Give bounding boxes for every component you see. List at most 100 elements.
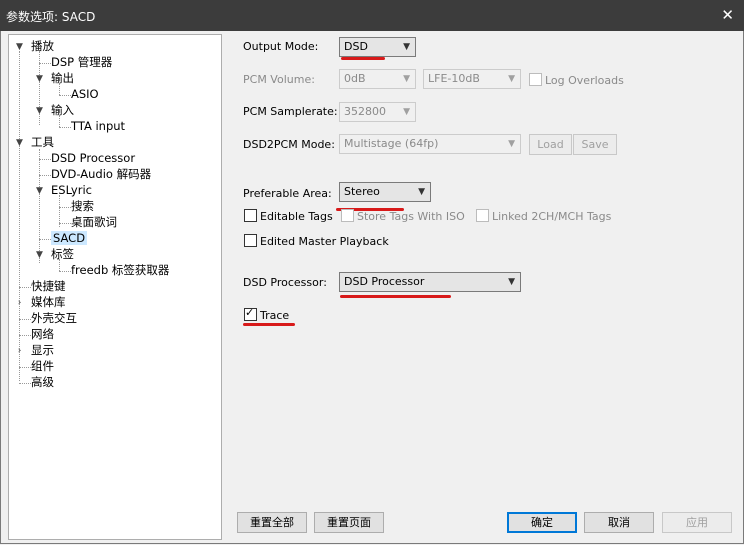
chevron-down-icon[interactable]: ▼ [35, 251, 44, 260]
tree-item-freedb[interactable]: freedb 标签获取器 [71, 262, 169, 278]
linked-tags-checkbox[interactable]: Linked 2CH/MCH Tags [476, 209, 611, 223]
tree-item-advanced[interactable]: 高级 [31, 374, 54, 390]
tree-guide-line [59, 223, 71, 224]
edited-master-label: Edited Master Playback [260, 235, 389, 248]
title-bar: 参数选项: SACD ✕ [0, 0, 744, 31]
tree-item-sacd[interactable]: SACD [51, 230, 88, 246]
tree-item-dsd-processor[interactable]: DSD Processor [51, 150, 135, 166]
tree-item-asio[interactable]: ASIO [71, 86, 99, 102]
tree-guide-line [39, 149, 40, 263]
pcm-samplerate-select[interactable]: 352800 ▼ [339, 102, 416, 122]
tree-guide-line [19, 319, 31, 320]
edited-master-checkbox[interactable]: Edited Master Playback [244, 234, 389, 248]
output-mode-value: DSD [344, 40, 368, 53]
tree-item-label: DVD-Audio 解码器 [51, 167, 152, 181]
chevron-right-icon[interactable]: › [15, 299, 24, 308]
chevron-down-icon[interactable]: ▼ [15, 139, 24, 148]
tree-item-playback[interactable]: 播放 [31, 38, 54, 54]
checkbox-box [341, 209, 354, 222]
tree-item-input[interactable]: 输入 [51, 102, 74, 118]
tree-item-label: 桌面歌词 [71, 215, 117, 229]
preferable-area-label: Preferable Area: [243, 187, 332, 200]
tree-item-tags[interactable]: 标签 [51, 246, 74, 262]
tree-item-label: SACD [51, 231, 88, 245]
dsd2pcm-mode-value: Multistage (64fp) [344, 137, 439, 150]
close-icon[interactable]: ✕ [721, 6, 734, 24]
log-overloads-checkbox[interactable]: Log Overloads [529, 73, 624, 87]
dsd-processor-select[interactable]: DSD Processor ▼ [339, 272, 521, 292]
tree-item-label: 高级 [31, 375, 54, 389]
chevron-down-icon[interactable]: ▼ [35, 107, 44, 116]
linked-tags-label: Linked 2CH/MCH Tags [492, 210, 612, 223]
tree-item-desktop-lyrics[interactable]: 桌面歌词 [71, 214, 117, 230]
tree-item-dvd-audio[interactable]: DVD-Audio 解码器 [51, 166, 151, 182]
chevron-down-icon: ▼ [403, 42, 410, 52]
tree-item-label: 显示 [31, 343, 54, 357]
dsd-processor-label: DSD Processor: [243, 276, 327, 289]
tree-item-label: ASIO [71, 87, 99, 101]
output-mode-label: Output Mode: [243, 40, 319, 53]
tree-guide-line [59, 271, 71, 272]
save-button[interactable]: Save [573, 134, 617, 155]
lfe-select[interactable]: LFE-10dB ▼ [423, 69, 521, 89]
store-tags-iso-checkbox[interactable]: Store Tags With ISO [341, 209, 465, 223]
pcm-volume-select[interactable]: 0dB ▼ [339, 69, 416, 89]
tree-guide-line [39, 159, 51, 160]
tree-item-tools[interactable]: 工具 [31, 134, 54, 150]
tree-item-eslyric[interactable]: ESLyric [51, 182, 92, 198]
tree-item-label: 工具 [31, 135, 54, 149]
output-mode-select[interactable]: DSD ▼ [339, 37, 416, 57]
preferable-area-select[interactable]: Stereo ▼ [339, 182, 431, 202]
tree-item-network[interactable]: 网络 [31, 326, 54, 342]
tree-item-tta-input[interactable]: TTA input [71, 118, 125, 134]
tree-item-label: TTA input [71, 119, 126, 133]
tree-guide-line [19, 51, 20, 381]
chevron-down-icon[interactable]: ▼ [35, 75, 44, 84]
preferable-area-value: Stereo [344, 185, 380, 198]
tree-item-media-library[interactable]: 媒体库 [31, 294, 66, 310]
annotation-underline [341, 57, 385, 60]
chevron-down-icon[interactable]: ▼ [35, 187, 44, 196]
tree-item-display[interactable]: 显示 [31, 342, 54, 358]
preferences-tree[interactable]: ▼ 播放 DSP 管理器 ▼ 输出 ASIO ▼ 输入 TTA input ▼ … [8, 34, 222, 540]
dsd2pcm-mode-label: DSD2PCM Mode: [243, 138, 335, 151]
trace-checkbox[interactable]: ✓ Trace [244, 306, 290, 322]
tree-item-dsp-manager[interactable]: DSP 管理器 [51, 54, 112, 70]
chevron-down-icon[interactable]: ▼ [15, 43, 24, 52]
tree-guide-line [59, 207, 71, 208]
tree-item-components[interactable]: 组件 [31, 358, 54, 374]
checkmark-icon: ✓ [245, 306, 255, 319]
pcm-volume-label: PCM Volume: [243, 73, 315, 86]
tree-guide-line [19, 383, 31, 384]
apply-button[interactable]: 应用 [662, 512, 732, 533]
tree-item-output[interactable]: 输出 [51, 70, 74, 86]
chevron-down-icon: ▼ [508, 74, 515, 84]
trace-label: Trace [260, 309, 290, 322]
reset-page-button[interactable]: 重置页面 [314, 512, 384, 533]
ok-button[interactable]: 确定 [507, 512, 577, 533]
tree-item-label: freedb 标签获取器 [71, 263, 170, 277]
checkbox-box [244, 209, 257, 222]
pcm-samplerate-value: 352800 [344, 105, 386, 118]
tree-guide-line [19, 287, 31, 288]
chevron-down-icon: ▼ [403, 107, 410, 117]
tree-item-label: 媒体库 [31, 295, 66, 309]
load-button[interactable]: Load [529, 134, 572, 155]
tree-item-shell[interactable]: 外壳交互 [31, 310, 77, 326]
tree-guide-line [19, 335, 31, 336]
log-overloads-label: Log Overloads [545, 74, 624, 87]
dsd2pcm-mode-select[interactable]: Multistage (64fp) ▼ [339, 134, 521, 154]
tree-item-label: 快捷键 [31, 279, 66, 293]
tree-guide-line [39, 175, 51, 176]
cancel-button[interactable]: 取消 [584, 512, 654, 533]
tree-item-label: 网络 [31, 327, 54, 341]
checkbox-box: ✓ [244, 306, 257, 321]
reset-all-button[interactable]: 重置全部 [237, 512, 307, 533]
chevron-right-icon[interactable]: › [15, 347, 24, 356]
editable-tags-checkbox[interactable]: Editable Tags [244, 209, 333, 223]
tree-item-label: 输入 [51, 103, 74, 117]
tree-item-shortcuts[interactable]: 快捷键 [31, 278, 66, 294]
lfe-value: LFE-10dB [428, 72, 480, 85]
tree-guide-line [39, 63, 51, 64]
tree-item-search[interactable]: 搜索 [71, 198, 94, 214]
